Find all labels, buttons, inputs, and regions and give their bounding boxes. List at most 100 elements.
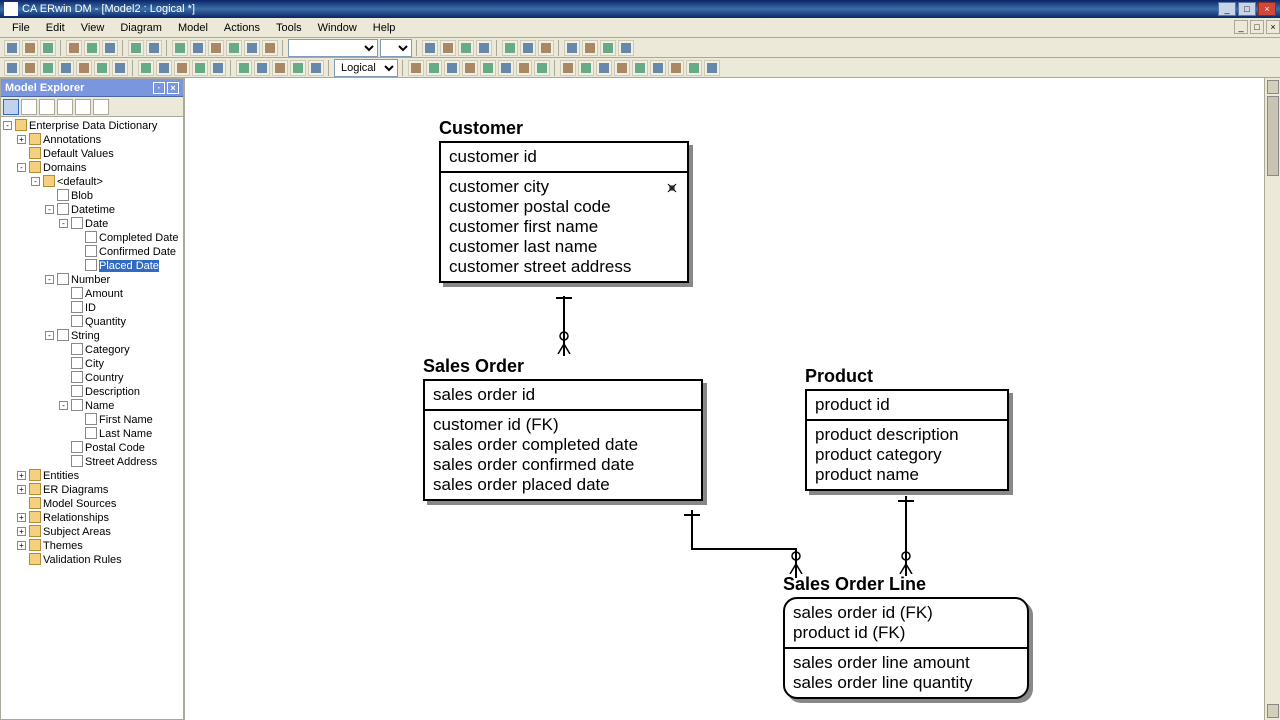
- close-button[interactable]: ×: [1258, 2, 1276, 16]
- toolbar-button[interactable]: [444, 60, 460, 76]
- tree-toggle[interactable]: -: [45, 205, 54, 214]
- tree-node[interactable]: Validation Rules: [43, 554, 122, 566]
- explorer-tree[interactable]: - Enterprise Data Dictionary + Annotations…: [1, 117, 183, 719]
- menu-view[interactable]: View: [73, 20, 113, 36]
- tree-toggle[interactable]: -: [59, 401, 68, 410]
- tree-node[interactable]: Themes: [43, 540, 83, 552]
- toolbar-button[interactable]: [40, 40, 56, 56]
- toolbar-button[interactable]: [236, 60, 252, 76]
- toolbar-button[interactable]: [4, 60, 20, 76]
- tree-toggle[interactable]: +: [17, 513, 26, 522]
- tree-node[interactable]: Enterprise Data Dictionary: [29, 120, 157, 132]
- tree-node[interactable]: Last Name: [99, 428, 152, 440]
- tree-node[interactable]: Completed Date: [99, 232, 179, 244]
- toolbar-button[interactable]: [190, 40, 206, 56]
- toolbar-button[interactable]: [102, 40, 118, 56]
- toolbar-button[interactable]: [422, 40, 438, 56]
- scroll-up-icon[interactable]: [1267, 80, 1279, 94]
- toolbar-button[interactable]: [618, 40, 634, 56]
- toolbar-button[interactable]: [84, 40, 100, 56]
- entity-sales-order[interactable]: Sales Order sales order id customer id (…: [423, 356, 703, 501]
- mdi-restore-button[interactable]: □: [1250, 20, 1264, 34]
- tree-node[interactable]: ER Diagrams: [43, 484, 108, 496]
- toolbar-button[interactable]: [262, 40, 278, 56]
- toolbar-button[interactable]: [94, 60, 110, 76]
- toolbar-button[interactable]: [578, 60, 594, 76]
- tree-toggle[interactable]: +: [17, 471, 26, 480]
- tree-node[interactable]: Model Sources: [43, 498, 116, 510]
- menu-actions[interactable]: Actions: [216, 20, 268, 36]
- toolbar-button[interactable]: [290, 60, 306, 76]
- tree-node[interactable]: Street Address: [85, 456, 157, 468]
- tree-node[interactable]: Country: [85, 372, 124, 384]
- explorer-tab[interactable]: [75, 99, 91, 115]
- toolbar-button[interactable]: [112, 60, 128, 76]
- tree-node[interactable]: Quantity: [85, 316, 126, 328]
- tree-toggle[interactable]: -: [3, 121, 12, 130]
- toolbar-button[interactable]: [156, 60, 172, 76]
- tree-node[interactable]: Amount: [85, 288, 123, 300]
- vertical-scrollbar[interactable]: [1264, 78, 1280, 720]
- toolbar-button[interactable]: [476, 40, 492, 56]
- toolbar-button[interactable]: [516, 60, 532, 76]
- tree-node[interactable]: Subject Areas: [43, 526, 111, 538]
- toolbar-button[interactable]: [138, 60, 154, 76]
- toolbar-button[interactable]: [458, 40, 474, 56]
- menu-help[interactable]: Help: [365, 20, 404, 36]
- menu-diagram[interactable]: Diagram: [112, 20, 170, 36]
- menu-window[interactable]: Window: [310, 20, 365, 36]
- toolbar-button[interactable]: [22, 60, 38, 76]
- toolbar-button[interactable]: [76, 60, 92, 76]
- explorer-tab[interactable]: [21, 99, 37, 115]
- toolbar-button[interactable]: [560, 60, 576, 76]
- explorer-pin-icon[interactable]: ·: [153, 82, 165, 94]
- toolbar-button[interactable]: [172, 40, 188, 56]
- toolbar-button[interactable]: [462, 60, 478, 76]
- tree-toggle[interactable]: -: [59, 219, 68, 228]
- tree-toggle[interactable]: +: [17, 135, 26, 144]
- toolbar-button[interactable]: [174, 60, 190, 76]
- menu-model[interactable]: Model: [170, 20, 216, 36]
- explorer-close-icon[interactable]: ×: [167, 82, 179, 94]
- toolbar-button[interactable]: [22, 40, 38, 56]
- tree-node[interactable]: String: [71, 330, 100, 342]
- tree-node[interactable]: Number: [71, 274, 110, 286]
- tree-node[interactable]: Relationships: [43, 512, 109, 524]
- mdi-minimize-button[interactable]: _: [1234, 20, 1248, 34]
- tree-toggle[interactable]: -: [31, 177, 40, 186]
- mdi-close-button[interactable]: ×: [1266, 20, 1280, 34]
- toolbar-button[interactable]: [668, 60, 684, 76]
- toolbar-button[interactable]: [192, 60, 208, 76]
- tree-node[interactable]: Name: [85, 400, 114, 412]
- toolbar-button[interactable]: [408, 60, 424, 76]
- tree-node[interactable]: Blob: [71, 190, 93, 202]
- tree-node[interactable]: Date: [85, 218, 108, 230]
- toolbar-button[interactable]: [66, 40, 82, 56]
- toolbar-button[interactable]: [498, 60, 514, 76]
- tree-toggle[interactable]: -: [45, 275, 54, 284]
- explorer-tab[interactable]: [93, 99, 109, 115]
- toolbar-button[interactable]: [226, 40, 242, 56]
- toolbar-button[interactable]: [534, 60, 550, 76]
- toolbar-button[interactable]: [596, 60, 612, 76]
- font-select[interactable]: [288, 39, 378, 57]
- toolbar-button[interactable]: [502, 40, 518, 56]
- tree-toggle[interactable]: -: [45, 331, 54, 340]
- tree-node[interactable]: Description: [85, 386, 140, 398]
- tree-node[interactable]: Annotations: [43, 134, 101, 146]
- tree-node[interactable]: Datetime: [71, 204, 115, 216]
- size-select[interactable]: [380, 39, 412, 57]
- toolbar-button[interactable]: [254, 60, 270, 76]
- minimize-button[interactable]: _: [1218, 2, 1236, 16]
- toolbar-button[interactable]: [40, 60, 56, 76]
- toolbar-button[interactable]: [564, 40, 580, 56]
- toolbar-button[interactable]: [600, 40, 616, 56]
- toolbar-button[interactable]: [210, 60, 226, 76]
- tree-node[interactable]: City: [85, 358, 104, 370]
- tree-node[interactable]: Default Values: [43, 148, 114, 160]
- explorer-tab[interactable]: [57, 99, 73, 115]
- tree-node[interactable]: ID: [85, 302, 96, 314]
- toolbar-button[interactable]: [480, 60, 496, 76]
- toolbar-button[interactable]: [308, 60, 324, 76]
- tree-node-selected[interactable]: Placed Date: [99, 260, 159, 272]
